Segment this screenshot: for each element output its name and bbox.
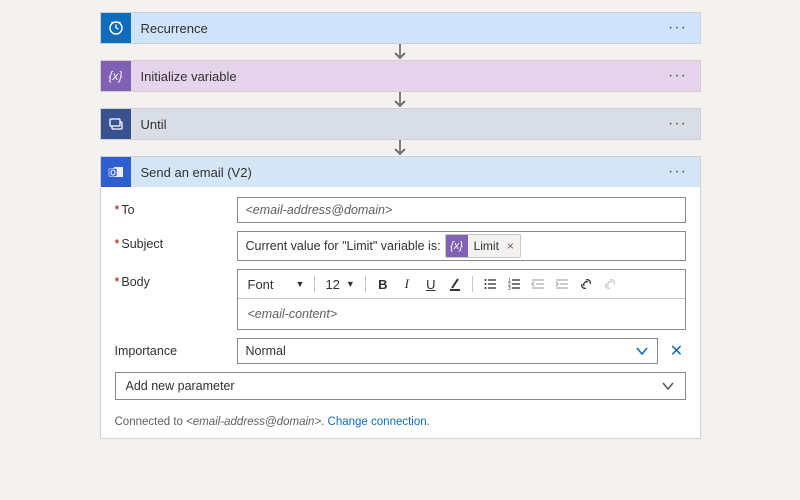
remove-field-button[interactable]: ✕ [668,341,686,361]
clock-icon [101,13,131,43]
variable-icon: {x} [446,235,468,257]
step-title: Recurrence [141,21,666,36]
svg-text:3: 3 [508,286,511,291]
connector-arrow [391,139,409,157]
step-init-variable[interactable]: {x} Initialize variable ··· [100,60,701,92]
chevron-down-icon [635,344,649,358]
indent-button[interactable] [551,273,573,295]
italic-button[interactable]: I [396,273,418,295]
add-parameter-select[interactable]: Add new parameter [115,372,686,400]
change-connection-link[interactable]: Change connection. [328,416,430,428]
connector-arrow [391,43,409,61]
subject-label: Subject [115,231,237,251]
outdent-button[interactable] [527,273,549,295]
step-header[interactable]: Send an email (V2) ··· [101,157,700,187]
token-remove-icon[interactable]: × [505,239,520,253]
until-icon [101,109,131,139]
bold-button[interactable]: B [372,273,394,295]
step-until[interactable]: Until ··· [100,108,701,140]
more-icon[interactable]: ··· [666,115,690,133]
number-list-button[interactable]: 123 [503,273,525,295]
variable-icon: {x} [101,61,131,91]
caret-down-icon: ▼ [296,279,305,289]
font-size-select[interactable]: 12 ▼ [321,276,358,293]
chevron-down-icon [661,379,675,393]
step-send-email: Send an email (V2) ··· To <email-address… [100,156,701,439]
importance-select[interactable]: Normal [237,338,658,364]
step-body: To <email-address@domain> Subject Curren… [101,187,700,408]
importance-label: Importance [115,338,237,358]
step-header[interactable]: Until ··· [101,109,700,139]
to-input[interactable]: <email-address@domain> [237,197,686,223]
font-select[interactable]: Font ▼ [244,276,309,293]
separator [314,276,315,292]
editor-toolbar: Font ▼ 12 ▼ B I U [238,270,685,299]
subject-input[interactable]: Current value for "Limit" variable is: {… [237,231,686,261]
bullet-list-button[interactable] [479,273,501,295]
step-title: Send an email (V2) [141,165,666,180]
caret-down-icon: ▼ [346,279,355,289]
variable-token[interactable]: {x} Limit × [445,234,521,258]
subject-text: Current value for "Limit" variable is: [246,239,441,253]
underline-button[interactable]: U [420,273,442,295]
link-button[interactable] [575,273,597,295]
token-label: Limit [468,239,505,253]
more-icon[interactable]: ··· [666,163,690,181]
body-textarea[interactable]: <email-content> [238,299,685,329]
separator [472,276,473,292]
more-icon[interactable]: ··· [666,19,690,37]
unlink-button[interactable] [599,273,621,295]
step-title: Initialize variable [141,69,666,84]
step-header[interactable]: Recurrence ··· [101,13,700,43]
step-recurrence[interactable]: Recurrence ··· [100,12,701,44]
font-color-button[interactable] [444,273,466,295]
connector-arrow [391,91,409,109]
step-title: Until [141,117,666,132]
body-label: Body [115,269,237,289]
outlook-icon [101,157,131,187]
connection-account: <email-address@domain> [186,416,321,428]
more-icon[interactable]: ··· [666,67,690,85]
body-editor: Font ▼ 12 ▼ B I U [237,269,686,330]
step-header[interactable]: {x} Initialize variable ··· [101,61,700,91]
connection-footer: Connected to <email-address@domain>. Cha… [101,408,700,438]
to-label: To [115,197,237,217]
separator [365,276,366,292]
